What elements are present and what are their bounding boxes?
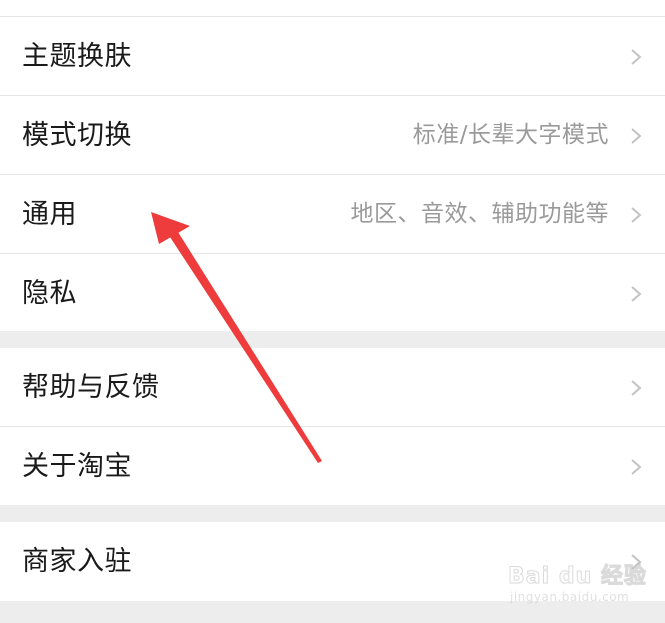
settings-item-label: 关于淘宝 <box>22 451 132 482</box>
settings-item-label: 模式切换 <box>22 120 132 151</box>
settings-item-general[interactable]: 通用 地区、音效、辅助功能等 <box>0 175 665 254</box>
settings-item-mode-switch[interactable]: 模式切换 标准/长辈大字模式 <box>0 96 665 175</box>
settings-item-privacy[interactable]: 隐私 <box>0 254 665 333</box>
baidu-jingyan-watermark: Bai du 经验 jingyan.baidu.com <box>508 548 658 608</box>
settings-item-label: 隐私 <box>22 278 77 309</box>
chevron-right-icon <box>631 206 642 223</box>
settings-item-label: 帮助与反馈 <box>22 372 160 403</box>
settings-item-label: 通用 <box>22 199 77 230</box>
chevron-right-icon <box>631 48 642 65</box>
chevron-right-icon <box>631 285 642 302</box>
chevron-right-icon <box>631 127 642 144</box>
settings-item-value: 标准/长辈大字模式 <box>412 122 609 148</box>
chevron-right-icon <box>631 458 642 475</box>
chevron-right-icon <box>631 379 642 396</box>
watermark-url: jingyan.baidu.com <box>510 590 630 604</box>
settings-page: 主题换肤 模式切换 标准/长辈大字模式 通用 地区、音效、辅助功能等 隐私 帮助… <box>0 0 665 623</box>
settings-item-value: 地区、音效、辅助功能等 <box>350 201 609 227</box>
settings-group-1: 主题换肤 模式切换 标准/长辈大字模式 通用 地区、音效、辅助功能等 隐私 <box>0 0 665 331</box>
settings-item-help-feedback[interactable]: 帮助与反馈 <box>0 348 665 427</box>
settings-item-label: 商家入驻 <box>22 546 132 577</box>
settings-item-about-taobao[interactable]: 关于淘宝 <box>0 427 665 506</box>
settings-item-label: 主题换肤 <box>22 41 132 72</box>
settings-item-theme[interactable]: 主题换肤 <box>0 17 665 96</box>
watermark-logo-text: Bai du 经验 <box>508 564 647 590</box>
settings-group-2: 帮助与反馈 关于淘宝 <box>0 348 665 505</box>
